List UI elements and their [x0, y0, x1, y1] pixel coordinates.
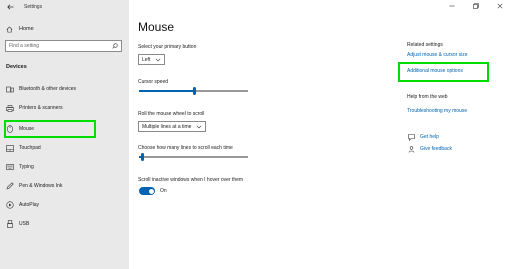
give-feedback-label: Give feedback: [420, 146, 452, 152]
scroll-wheel-label: Roll the mouse wheel to scroll: [138, 111, 205, 117]
give-feedback-link[interactable]: Give feedback: [407, 145, 452, 153]
window-controls: [440, 0, 512, 12]
sidebar-item-label: Pen & Windows Ink: [19, 183, 63, 189]
primary-button-value: Left: [142, 56, 151, 63]
scroll-inactive-label: Scroll inactive windows when I hover ove…: [138, 177, 244, 183]
pen-icon: [6, 182, 14, 190]
slider-track: [194, 90, 248, 92]
maximize-button[interactable]: [464, 0, 488, 12]
printer-icon: [6, 104, 14, 112]
chevron-down-icon: [155, 58, 161, 62]
slider-track: [142, 156, 248, 158]
back-button[interactable]: [3, 1, 17, 13]
search-placeholder: Find a setting: [9, 43, 40, 49]
home-label: Home: [19, 26, 34, 32]
primary-button-label: Select your primary button: [138, 44, 197, 50]
close-button[interactable]: [488, 0, 512, 12]
page-title: Mouse: [138, 20, 175, 34]
sidebar-item-label: USB: [19, 221, 30, 227]
related-settings-heading: Related settings: [407, 42, 443, 48]
sidebar-item-label: Typing: [19, 164, 34, 170]
get-help-label: Get help: [420, 134, 439, 140]
sidebar-item-label: Touchpad: [19, 145, 41, 151]
primary-button-dropdown[interactable]: Left: [138, 54, 166, 65]
restore-icon: [473, 3, 479, 9]
keyboard-icon: [6, 163, 14, 171]
sidebar-item-bluetooth[interactable]: Bluetooth & other devices: [5, 83, 123, 95]
bluetooth-devices-icon: [6, 85, 14, 93]
lines-to-scroll-slider[interactable]: [139, 153, 248, 161]
search-icon: [112, 43, 118, 49]
adjust-mouse-cursor-size-link[interactable]: Adjust mouse & cursor size: [407, 52, 468, 58]
help-from-web-heading: Help from the web: [407, 94, 448, 100]
title-bar: Settings: [0, 0, 42, 14]
toggle-knob: [148, 188, 154, 194]
sidebar-item-label: AutoPlay: [19, 202, 40, 208]
minimize-button[interactable]: [440, 0, 464, 12]
highlight-box-additional-options: [398, 62, 489, 82]
scroll-inactive-state: On: [160, 188, 167, 194]
slider-filled-track: [139, 90, 194, 92]
lines-to-scroll-label: Choose how many lines to scroll each tim…: [138, 145, 233, 151]
get-help-icon: [407, 133, 415, 141]
chevron-down-icon: [196, 125, 202, 129]
back-arrow-icon: [6, 4, 13, 10]
usb-icon: [6, 220, 14, 228]
slider-thumb[interactable]: [192, 87, 196, 95]
sidebar-item-typing[interactable]: Typing: [5, 161, 123, 173]
scroll-wheel-dropdown[interactable]: Multiple lines at a time: [138, 121, 207, 132]
sidebar-item-usb[interactable]: USB: [5, 218, 123, 230]
slider-thumb[interactable]: [140, 153, 144, 161]
troubleshooting-mouse-link[interactable]: Troubleshooting my mouse: [407, 108, 467, 114]
sidebar-item-label: Bluetooth & other devices: [19, 86, 76, 92]
search-input[interactable]: Find a setting: [5, 40, 122, 52]
scroll-wheel-value: Multiple lines at a time: [142, 123, 192, 130]
home-link[interactable]: Home: [6, 24, 34, 34]
sidebar-item-printers[interactable]: Printers & scanners: [5, 102, 123, 114]
app-title: Settings: [24, 4, 43, 10]
sidebar-item-label: Printers & scanners: [19, 105, 63, 111]
cursor-speed-slider[interactable]: [139, 87, 248, 95]
sidebar-item-touchpad[interactable]: Touchpad: [5, 142, 123, 154]
get-help-link[interactable]: Get help: [407, 133, 439, 141]
minimize-icon: [449, 5, 455, 7]
autoplay-icon: [6, 201, 14, 209]
cursor-speed-label: Cursor speed: [138, 79, 169, 85]
highlight-box-mouse: [4, 120, 96, 138]
close-icon: [497, 3, 503, 9]
sidebar-item-pen[interactable]: Pen & Windows Ink: [5, 180, 123, 192]
touchpad-icon: [6, 144, 14, 152]
home-icon: [6, 25, 13, 32]
section-title-devices: Devices: [6, 64, 27, 70]
feedback-icon: [407, 145, 415, 153]
nav-pane: Settings Home Find a setting Devices Blu…: [0, 0, 129, 269]
sidebar-item-autoplay[interactable]: AutoPlay: [5, 199, 123, 211]
scroll-inactive-toggle[interactable]: [139, 187, 155, 195]
